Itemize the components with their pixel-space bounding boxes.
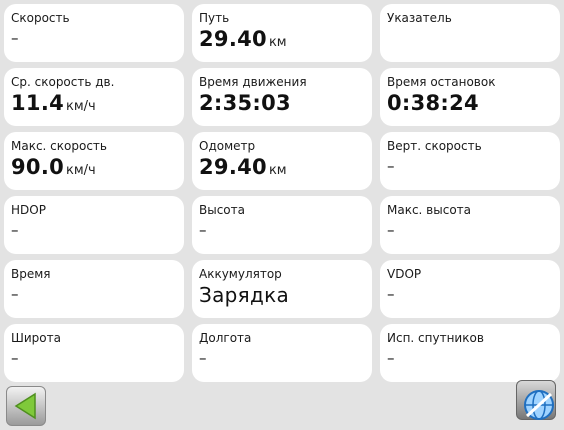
tile-pointer[interactable]: Указатель: [380, 4, 560, 62]
tile-distance[interactable]: Путь 29.40 км: [192, 4, 372, 62]
tile-label: Указатель: [387, 11, 452, 25]
tile-value: 29.40: [199, 155, 267, 179]
tile-value: –: [11, 221, 19, 239]
back-button[interactable]: [6, 386, 46, 426]
tile-label: Время: [11, 267, 51, 281]
tile-value: Зарядка: [199, 283, 290, 307]
tile-value: –: [387, 221, 395, 239]
tile-stop-time[interactable]: Время остановок 0:38:24: [380, 68, 560, 126]
tile-odometer[interactable]: Одометр 29.40 км: [192, 132, 372, 190]
tile-value: –: [387, 157, 395, 175]
tile-value: 29.40: [199, 27, 267, 51]
tile-label: Долгота: [199, 331, 252, 345]
tile-longitude[interactable]: Долгота –: [192, 324, 372, 382]
tile-hdop[interactable]: HDOP –: [4, 196, 184, 254]
tile-label: Верт. скорость: [387, 139, 482, 153]
tile-label: Одометр: [199, 139, 256, 153]
tile-latitude[interactable]: Широта –: [4, 324, 184, 382]
tile-label: Макс. высота: [387, 203, 472, 217]
tile-avg-moving-speed[interactable]: Ср. скорость дв. 11.4 км/ч: [4, 68, 184, 126]
tile-label: Скорость: [11, 11, 70, 25]
tile-moving-time[interactable]: Время движения 2:35:03: [192, 68, 372, 126]
tile-vertical-speed[interactable]: Верт. скорость –: [380, 132, 560, 190]
tile-label: Аккумулятор: [199, 267, 282, 281]
back-arrow-icon: [14, 392, 36, 420]
stats-grid: Скорость – Путь 29.40 км Указатель Ср. ск…: [4, 4, 560, 384]
tile-value: 90.0: [11, 155, 65, 179]
tile-altitude[interactable]: Высота –: [192, 196, 372, 254]
tile-time[interactable]: Время –: [4, 260, 184, 318]
tile-label: Ср. скорость дв.: [11, 75, 115, 89]
tile-value: –: [199, 221, 207, 239]
globe-icon: [524, 390, 554, 420]
tile-label: Исп. спутников: [387, 331, 484, 345]
tile-vdop[interactable]: VDOP –: [380, 260, 560, 318]
tile-unit: км/ч: [66, 99, 96, 114]
tile-value: –: [387, 285, 395, 303]
tile-value: –: [11, 285, 19, 303]
tile-value: 11.4: [11, 91, 65, 115]
tile-value: 2:35:03: [199, 91, 291, 115]
tile-speed[interactable]: Скорость –: [4, 4, 184, 62]
tile-label: HDOP: [11, 203, 46, 217]
tile-label: Время остановок: [387, 75, 496, 89]
tile-label: Путь: [199, 11, 230, 25]
tile-label: Высота: [199, 203, 245, 217]
tile-max-speed[interactable]: Макс. скорость 90.0 км/ч: [4, 132, 184, 190]
tile-value: –: [199, 349, 207, 367]
tile-value: –: [11, 29, 19, 47]
tile-label: Макс. скорость: [11, 139, 107, 153]
bottom-bar: [0, 384, 564, 430]
tile-label: Время движения: [199, 75, 307, 89]
tile-unit: км: [268, 163, 287, 178]
tile-value: –: [387, 349, 395, 367]
tile-value: 0:38:24: [387, 91, 479, 115]
tile-battery[interactable]: Аккумулятор Зарядка: [192, 260, 372, 318]
tile-unit: км/ч: [66, 163, 96, 178]
tile-unit: км: [268, 35, 287, 50]
tile-max-altitude[interactable]: Макс. высота –: [380, 196, 560, 254]
tile-label: Широта: [11, 331, 61, 345]
tile-value: –: [11, 349, 19, 367]
tile-label: VDOP: [387, 267, 422, 281]
tile-satellites-used[interactable]: Исп. спутников –: [380, 324, 560, 382]
globe-button[interactable]: [516, 380, 556, 420]
